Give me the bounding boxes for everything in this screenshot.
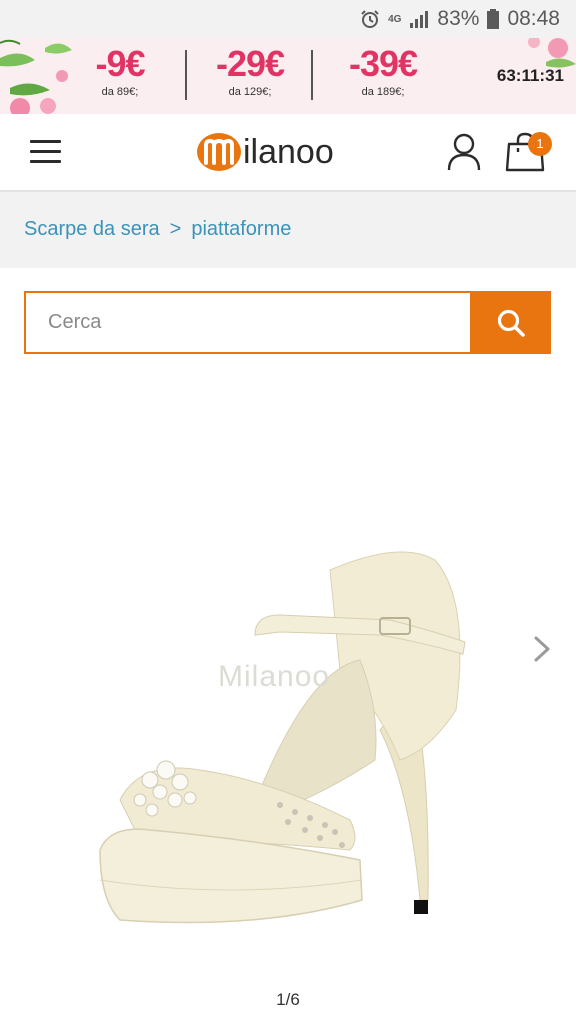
- deal-2: -29€ da 129€;: [200, 44, 300, 99]
- cart-count-badge: 1: [528, 132, 552, 156]
- milanoo-logo[interactable]: ilanoo: [196, 130, 334, 174]
- image-pager: 1/6: [276, 990, 300, 1009]
- breadcrumb-separator: >: [169, 218, 182, 240]
- alarm-icon: [360, 9, 380, 29]
- status-icons: 4G 83% 08:48: [360, 6, 560, 32]
- search-button[interactable]: [470, 291, 551, 354]
- breadcrumb-item-platforms[interactable]: piattaforme: [191, 218, 291, 241]
- deal-minimum: da 89€;: [101, 86, 139, 98]
- signal-icon: [409, 10, 429, 28]
- user-icon[interactable]: [446, 132, 482, 177]
- promo-banner[interactable]: -9€ da 89€; -29€ da 129€; -39€ da 189€; …: [0, 38, 576, 114]
- divider: [311, 50, 313, 100]
- product-image-sandal[interactable]: [80, 460, 480, 960]
- search-bar: [24, 291, 551, 354]
- deal-amount: -9€: [95, 43, 145, 84]
- breadcrumb-item-evening-shoes[interactable]: Scarpe da sera: [24, 218, 160, 241]
- breadcrumb-bar: Scarpe da sera > piattaforme: [0, 192, 576, 268]
- chevron-right-icon[interactable]: [530, 634, 554, 669]
- deal-amount: -29€: [215, 43, 285, 84]
- clock: 08:48: [507, 7, 560, 30]
- status-bar: 4G 83% 08:48: [0, 0, 576, 38]
- breadcrumb: Scarpe da sera > piattaforme: [24, 218, 291, 241]
- hamburger-icon[interactable]: [30, 136, 62, 168]
- deal-3: -39€ da 189€;: [333, 44, 433, 99]
- countdown-timer: 63:11:31: [496, 66, 564, 85]
- deal-minimum: da 189€;: [361, 86, 405, 98]
- logo-m-icon: [197, 133, 241, 171]
- site-header: ilanoo: [0, 114, 576, 192]
- battery-percent: 83%: [437, 7, 480, 30]
- product-gallery[interactable]: Milanoo: [0, 380, 576, 980]
- deal-amount: -39€: [348, 43, 418, 84]
- deal-minimum: da 129€;: [228, 86, 272, 98]
- divider: [185, 50, 187, 100]
- search-icon: [497, 309, 525, 337]
- logo-text: ilanoo: [243, 132, 334, 171]
- watermark-text: Milanoo: [218, 660, 331, 693]
- deal-1: -9€ da 89€;: [70, 44, 170, 99]
- search-input[interactable]: [24, 291, 470, 354]
- network-type-label: 4G: [388, 13, 402, 25]
- battery-icon: [487, 9, 500, 29]
